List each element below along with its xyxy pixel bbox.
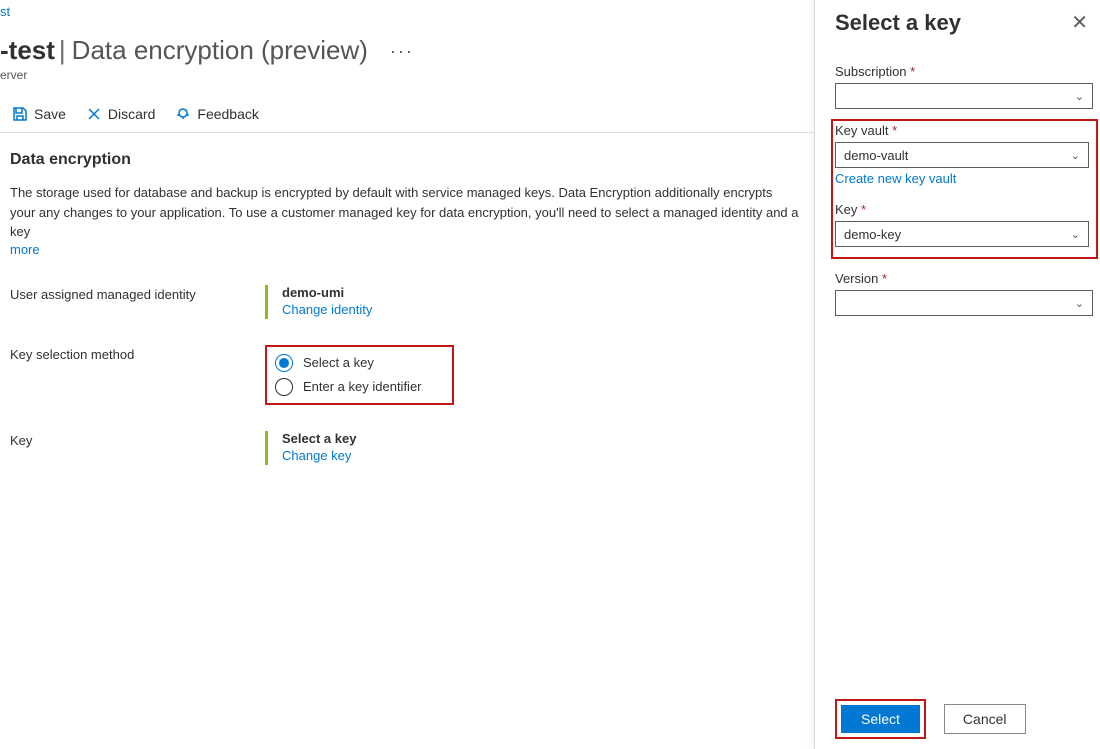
selection-label: Key selection method	[10, 345, 265, 362]
radio-label: Enter a key identifier	[303, 379, 422, 394]
panel-key-value: demo-key	[844, 227, 901, 242]
change-identity-link[interactable]: Change identity	[282, 302, 372, 317]
create-key-vault-link[interactable]: Create new key vault	[835, 171, 956, 186]
discard-button[interactable]: Discard	[86, 106, 155, 122]
radio-enter-key-identifier[interactable]: Enter a key identifier	[273, 375, 424, 399]
panel-footer: Select Cancel	[835, 687, 1094, 749]
page-subtitle: erver	[0, 68, 814, 82]
select-key-panel: Select a key ✕ Subscription * ⌄ Key vaul…	[814, 0, 1100, 749]
resource-title: -test	[0, 35, 55, 66]
radio-icon	[275, 378, 293, 396]
key-row: Key Select a key Change key	[10, 431, 804, 465]
learn-more-link[interactable]: more	[10, 242, 804, 257]
radio-label: Select a key	[303, 355, 374, 370]
version-select[interactable]: ⌄	[835, 290, 1093, 316]
chevron-down-icon: ⌄	[1075, 297, 1084, 310]
version-label: Version *	[835, 271, 1094, 286]
page-title: Data encryption (preview)	[72, 35, 368, 66]
key-value-block: Select a key Change key	[265, 431, 356, 465]
keyvault-label: Key vault *	[835, 123, 1094, 138]
cancel-button[interactable]: Cancel	[944, 704, 1026, 734]
subscription-select[interactable]: ⌄	[835, 83, 1093, 109]
main-pane: st -test | Data encryption (preview) ···…	[0, 0, 814, 749]
page-title-row: -test | Data encryption (preview) ···	[0, 35, 814, 66]
key-selection-radio-group: Select a key Enter a key identifier	[265, 345, 454, 405]
discard-label: Discard	[108, 106, 155, 122]
key-field: Key * demo-key ⌄	[835, 202, 1094, 247]
chevron-down-icon: ⌄	[1075, 90, 1084, 103]
panel-key-label: Key *	[835, 202, 1094, 217]
key-value: Select a key	[282, 431, 356, 446]
save-icon	[12, 106, 28, 122]
key-select[interactable]: demo-key ⌄	[835, 221, 1089, 247]
breadcrumb-link[interactable]: st	[0, 0, 814, 21]
toolbar: Save Discard Feedback	[0, 102, 814, 133]
identity-value-block: demo-umi Change identity	[265, 285, 372, 319]
content: Data encryption The storage used for dat…	[0, 133, 814, 465]
more-menu-button[interactable]: ···	[390, 42, 414, 60]
keyvault-select[interactable]: demo-vault ⌄	[835, 142, 1089, 168]
select-button-highlight: Select	[835, 699, 926, 739]
save-button[interactable]: Save	[12, 106, 66, 122]
section-description: The storage used for database and backup…	[10, 183, 800, 242]
subscription-label: Subscription *	[835, 64, 1094, 79]
radio-select-a-key[interactable]: Select a key	[273, 351, 424, 375]
identity-label: User assigned managed identity	[10, 285, 265, 302]
form-table: User assigned managed identity demo-umi …	[10, 285, 804, 465]
key-label: Key	[10, 431, 265, 448]
panel-title: Select a key	[835, 10, 961, 36]
keyvault-field: Key vault * demo-vault ⌄ Create new key …	[835, 123, 1094, 196]
save-label: Save	[34, 106, 66, 122]
panel-header: Select a key ✕	[835, 10, 1094, 36]
feedback-icon	[175, 106, 191, 122]
version-field: Version * ⌄	[835, 271, 1094, 316]
selection-row: Key selection method Select a key Enter …	[10, 345, 804, 405]
keyvault-key-highlight: Key vault * demo-vault ⌄ Create new key …	[831, 119, 1098, 259]
x-icon	[86, 106, 102, 122]
feedback-label: Feedback	[197, 106, 258, 122]
title-separator: |	[59, 35, 66, 66]
identity-row: User assigned managed identity demo-umi …	[10, 285, 804, 319]
chevron-down-icon: ⌄	[1071, 149, 1080, 162]
close-icon[interactable]: ✕	[1065, 13, 1094, 33]
identity-value: demo-umi	[282, 285, 372, 300]
select-button[interactable]: Select	[841, 705, 920, 733]
radio-icon	[275, 354, 293, 372]
feedback-button[interactable]: Feedback	[175, 106, 258, 122]
keyvault-value: demo-vault	[844, 148, 908, 163]
chevron-down-icon: ⌄	[1071, 228, 1080, 241]
change-key-link[interactable]: Change key	[282, 448, 351, 463]
subscription-field: Subscription * ⌄	[835, 64, 1094, 109]
section-heading: Data encryption	[10, 151, 804, 169]
